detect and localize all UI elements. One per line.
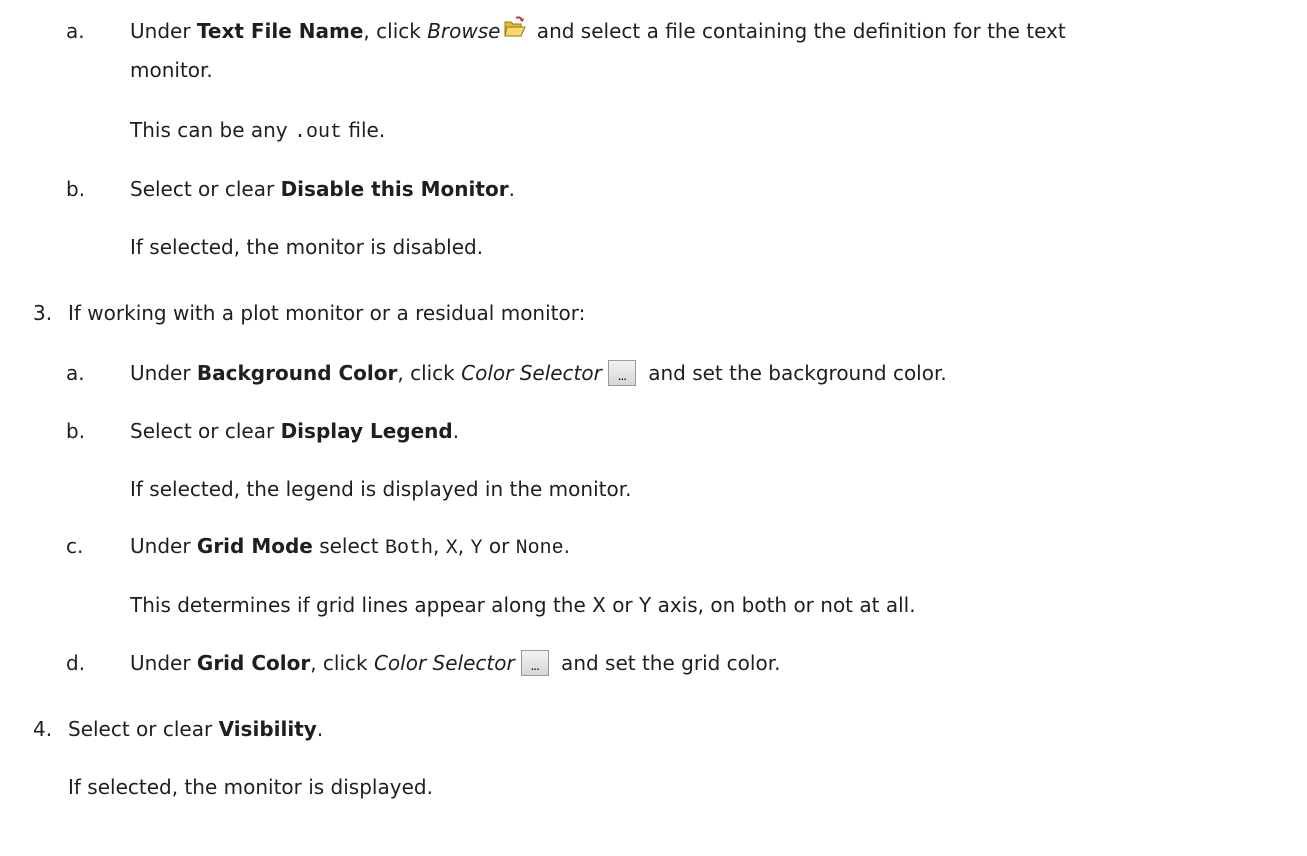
list-marker: d. <box>66 651 86 675</box>
folder-open-icon <box>504 16 527 38</box>
note-grid-lines: This determines if grid lines appear alo… <box>130 593 916 617</box>
code-text: None <box>515 537 564 560</box>
code-text: X <box>445 537 458 560</box>
ui-term: Display Legend <box>280 419 453 443</box>
note-legend: If selected, the legend is displayed in … <box>130 477 632 501</box>
step-background-color: Under Background Color, click Color Sele… <box>130 360 947 386</box>
ui-term: Disable this Monitor <box>280 177 509 201</box>
step-display-legend: Select or clear Display Legend. <box>130 419 460 443</box>
code-text: .out <box>294 121 343 144</box>
ellipsis-button-icon: ... <box>520 650 549 676</box>
note-out-file: This can be any .out file. <box>130 118 386 144</box>
ellipsis-button-icon: ... <box>607 360 636 386</box>
step-text-file-name-cont: monitor. <box>130 58 213 82</box>
step-grid-mode: Under Grid Mode select Both, X, Y or Non… <box>130 534 571 560</box>
step-grid-color: Under Grid Color, click Color Selector..… <box>130 650 781 676</box>
ui-control-name: Color Selector <box>461 361 602 385</box>
ui-term: Background Color <box>196 361 398 385</box>
code-text: Y <box>470 537 483 560</box>
step-visibility: Select or clear Visibility. <box>68 717 324 741</box>
list-marker: a. <box>66 361 85 385</box>
ui-term: Text File Name <box>196 19 364 43</box>
list-marker: b. <box>66 419 86 443</box>
list-marker: 4. <box>33 717 53 741</box>
list-marker: a. <box>66 19 85 43</box>
note-disabled: If selected, the monitor is disabled. <box>130 235 484 259</box>
list-marker: b. <box>66 177 86 201</box>
step-text-file-name: Under Text File Name, click Browse and s… <box>130 16 1066 46</box>
ui-control-name: Browse <box>427 19 501 43</box>
ui-term: Grid Color <box>196 651 311 675</box>
ui-control-name: Color Selector <box>373 651 515 675</box>
step-disable-monitor: Select or clear Disable this Monitor. <box>130 177 515 201</box>
list-marker: 3. <box>33 301 53 325</box>
ui-term: Grid Mode <box>196 534 313 558</box>
code-text: Both <box>384 537 433 560</box>
step-plot-monitor: If working with a plot monitor or a resi… <box>68 301 586 325</box>
ui-term: Visibility <box>218 717 317 741</box>
list-marker: c. <box>66 534 84 558</box>
note-visibility: If selected, the monitor is displayed. <box>68 775 433 799</box>
